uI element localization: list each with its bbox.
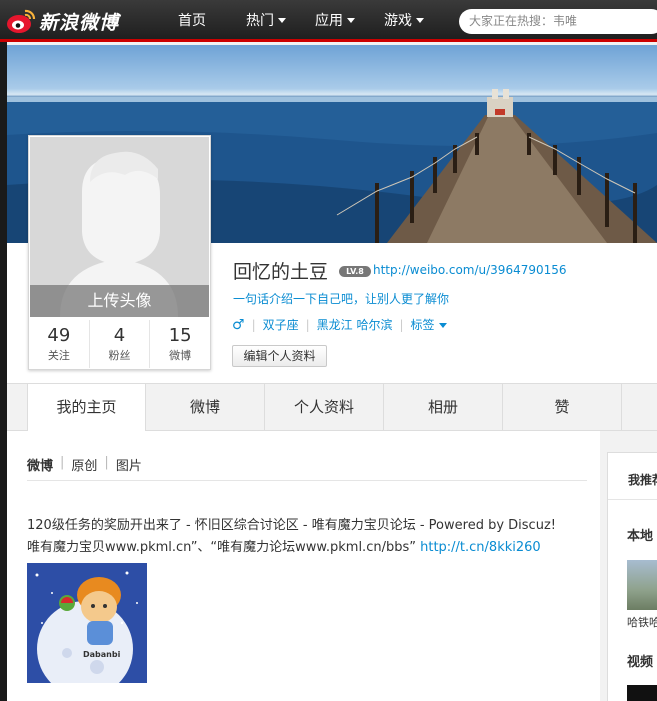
intro-link[interactable]: 一句话介绍一下自己吧，让别人更了解你 <box>233 290 449 307</box>
nav-hot[interactable]: 热门 <box>246 0 286 42</box>
tab-likes[interactable]: 赞 <box>503 384 622 430</box>
male-icon: ♂ <box>232 316 245 333</box>
profile-stats: 49 关注 4 粉丝 15 微博 <box>29 320 210 368</box>
location-link[interactable]: 黑龙江 哈尔滨 <box>317 316 393 333</box>
video-title: 视频 <box>627 655 654 670</box>
svg-text:Dabanbi: Dabanbi <box>83 650 121 659</box>
posts-stat[interactable]: 15 微博 <box>150 320 210 368</box>
tags-label: 标签 <box>410 318 435 332</box>
followers-label: 粉丝 <box>108 349 131 362</box>
search-input[interactable]: 大家正在热搜：韦唯 <box>459 9 657 34</box>
edit-profile-button[interactable]: 编辑个人资料 <box>232 345 327 367</box>
following-count: 49 <box>47 325 71 346</box>
post-line-2-text: 唯有魔力宝贝www.pkml.cn”、“唯有魔力论坛www.pkml.cn/bb… <box>27 540 421 555</box>
profile-meta-row: ♂ | 双子座 | 黑龙江 哈尔滨 | 标签 <box>232 316 447 333</box>
following-stat[interactable]: 49 关注 <box>29 320 90 368</box>
level-badge[interactable]: LV.8 <box>339 266 371 277</box>
followers-stat[interactable]: 4 粉丝 <box>90 320 151 368</box>
following-label: 关注 <box>47 349 70 362</box>
nav-home-label: 首页 <box>178 13 206 29</box>
tab-profile-info[interactable]: 个人资料 <box>265 384 384 430</box>
nav-apps-label: 应用 <box>315 13 343 29</box>
right-sidebar: 我推荐 本地 哈铁哈 视频 <box>607 452 657 701</box>
video-thumbnail[interactable] <box>627 685 657 701</box>
window-left-edge <box>0 42 7 701</box>
nav-hot-label: 热门 <box>246 13 274 29</box>
post-image[interactable]: Dabanbi <box>27 563 147 683</box>
chevron-down-icon <box>416 18 424 23</box>
local-thumbnail[interactable] <box>627 560 657 610</box>
tags-dropdown[interactable]: 标签 <box>411 316 447 333</box>
logo-text: 新浪微博 <box>39 11 120 34</box>
divider <box>608 499 657 500</box>
meta-separator: | <box>305 317 310 332</box>
weibo-logo[interactable]: 新浪微博 <box>6 7 119 35</box>
subtab-separator: | <box>104 455 109 470</box>
post-short-link[interactable]: http://t.cn/8kki260 <box>420 540 541 555</box>
nav-games-label: 游戏 <box>384 13 412 29</box>
post-line-2: 唯有魔力宝贝www.pkml.cn”、“唯有魔力论坛www.pkml.cn/bb… <box>27 537 587 559</box>
meta-separator: | <box>251 317 256 332</box>
local-caption[interactable]: 哈铁哈 <box>627 614 657 630</box>
subtab-separator: | <box>60 455 65 470</box>
nav-apps[interactable]: 应用 <box>315 0 355 42</box>
tab-album[interactable]: 相册 <box>384 384 503 430</box>
subtab-images[interactable]: 图片 <box>116 455 142 474</box>
local-title: 本地 <box>627 529 654 544</box>
post-line-1: 120级任务的奖励开出来了 - 怀旧区综合讨论区 - 唯有魔力宝贝论坛 - Po… <box>27 518 556 533</box>
chevron-down-icon <box>438 323 447 328</box>
posts-label: 微博 <box>169 349 192 362</box>
top-navbar: 新浪微博 首页 热门 应用 游戏 大家正在热搜：韦唯 <box>0 0 657 42</box>
weibo-eye-icon <box>6 8 36 34</box>
subtab-weibo[interactable]: 微博 <box>27 455 53 474</box>
meta-separator: | <box>399 317 404 332</box>
profile-tabs: 我的主页 微博 个人资料 相册 赞 <box>7 383 657 432</box>
tab-my-home[interactable]: 我的主页 <box>27 384 146 432</box>
profile-username: 回忆的土豆 <box>233 261 329 283</box>
posts-count: 15 <box>168 325 192 346</box>
zodiac-link[interactable]: 双子座 <box>263 316 299 333</box>
chevron-down-icon <box>347 18 355 23</box>
subtab-original[interactable]: 原创 <box>71 455 97 474</box>
feed-subtabs: 微博 | 原创 | 图片 <box>27 455 142 474</box>
post-text: 120级任务的奖励开出来了 - 怀旧区综合讨论区 - 唯有魔力宝贝论坛 - Po… <box>27 515 587 559</box>
nav-home[interactable]: 首页 <box>178 0 206 42</box>
tab-weibo[interactable]: 微博 <box>146 384 265 430</box>
chevron-down-icon <box>278 18 286 23</box>
avatar-card: 上传头像 49 关注 4 粉丝 15 微博 <box>28 135 211 370</box>
recommend-title: 我推荐 <box>628 473 657 487</box>
avatar[interactable]: 上传头像 <box>30 137 209 317</box>
upload-avatar-button[interactable]: 上传头像 <box>30 285 209 317</box>
divider <box>27 480 587 481</box>
post-actions-row <box>27 693 587 701</box>
followers-count: 4 <box>113 325 126 346</box>
profile-url-link[interactable]: http://weibo.com/u/3964790156 <box>373 263 567 277</box>
nav-games[interactable]: 游戏 <box>384 0 424 42</box>
